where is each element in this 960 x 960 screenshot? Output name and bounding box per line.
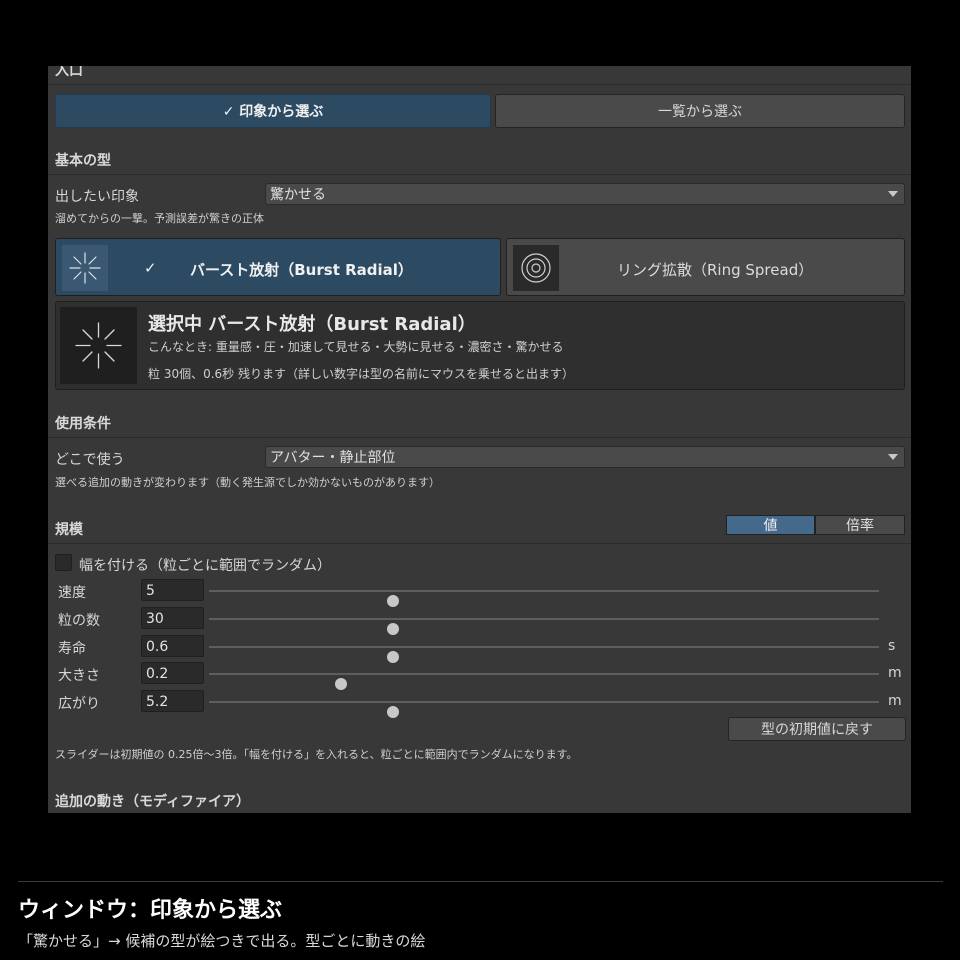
chevron-down-icon <box>888 454 898 460</box>
slider-track[interactable] <box>209 673 879 690</box>
selected-type-detail: 粒 30個、0.6秒 残ります（詳しい数字は型の名前にマウスを乗せると出ます） <box>148 367 574 381</box>
impression-hint: 溜めてからの一撃。予測誤差が驚きの正体 <box>55 212 264 225</box>
where-label: どこで使う <box>55 452 125 468</box>
tab-from-list[interactable]: 一覧から選ぶ <box>495 94 905 128</box>
reset-defaults-button[interactable]: 型の初期値に戻す <box>728 717 906 741</box>
caption-divider <box>18 881 943 882</box>
where-hint: 選べる追加の動きが変わります（動く発生源でしか効かないものがあります） <box>55 476 440 489</box>
inspector-panel: 入口 ✓ 印象から選ぶ 一覧から選ぶ 基本の型 出したい印象 驚かせる 溜めてか… <box>48 66 911 813</box>
selected-type-info: 選択中 バースト放射（Burst Radial） こんなとき: 重量感・圧・加速… <box>55 301 905 390</box>
type-card-label: バースト放射（Burst Radial） <box>190 261 413 279</box>
slider-value-input[interactable]: 30 <box>141 607 204 629</box>
basic-type-header: 基本の型 <box>55 153 111 169</box>
divider <box>48 543 911 544</box>
slider-track[interactable] <box>209 618 879 635</box>
slider-track[interactable] <box>209 646 879 663</box>
slider-row-lifetime: 寿命 0.6 s <box>48 635 911 663</box>
slider-label: 大きさ <box>58 668 100 684</box>
slider-value-input[interactable]: 0.6 <box>141 635 204 657</box>
divider <box>48 174 911 175</box>
slider-value-input[interactable]: 5 <box>141 579 204 601</box>
slider-value-input[interactable]: 0.2 <box>141 662 204 684</box>
caption-title: ウィンドウ：印象から選ぶ <box>18 898 283 923</box>
modifiers-header: 追加の動き（モディファイア） <box>55 794 251 810</box>
where-dropdown[interactable]: アバター・静止部位 <box>265 446 905 468</box>
caption-subtitle: 「驚かせる」→ 候補の型が絵つきで出る。型ごとに動きの絵 <box>18 932 426 950</box>
slider-unit: s <box>888 638 896 654</box>
slider-unit: m <box>888 693 902 709</box>
slider-row-size: 大きさ 0.2 m <box>48 662 911 690</box>
slider-label: 粒の数 <box>58 613 100 629</box>
ring-spread-icon <box>513 245 559 291</box>
impression-value: 驚かせる <box>270 187 326 203</box>
divider <box>48 84 911 85</box>
impression-label: 出したい印象 <box>55 189 139 205</box>
range-checkbox[interactable] <box>55 554 72 571</box>
entry-header: 入口 <box>55 66 83 79</box>
slider-row-count: 粒の数 30 <box>48 607 911 635</box>
divider <box>48 437 911 438</box>
scale-note: スライダーは初期値の 0.25倍～3倍。「幅を付ける」を入れると、粒ごとに範囲内… <box>55 748 578 761</box>
slider-track[interactable] <box>209 590 879 607</box>
type-card-ring-spread[interactable]: リング拡散（Ring Spread） <box>506 238 905 296</box>
slider-row-spread: 広がり 5.2 m <box>48 690 911 718</box>
slider-handle[interactable] <box>387 623 400 635</box>
chevron-down-icon <box>888 191 898 197</box>
burst-radial-icon <box>62 245 108 291</box>
slider-track[interactable] <box>209 701 879 718</box>
scale-mode-value[interactable]: 値 <box>726 515 815 535</box>
slider-value-input[interactable]: 5.2 <box>141 690 204 712</box>
usage-condition-header: 使用条件 <box>55 416 111 432</box>
burst-radial-icon <box>60 307 137 384</box>
slider-handle[interactable] <box>387 595 400 607</box>
tab-by-impression[interactable]: ✓ 印象から選ぶ <box>55 94 491 128</box>
scale-mode-ratio[interactable]: 倍率 <box>815 515 905 535</box>
check-icon: ✓ <box>144 259 157 277</box>
slider-handle[interactable] <box>334 678 347 690</box>
type-card-burst-radial[interactable]: ✓ バースト放射（Burst Radial） <box>55 238 501 296</box>
slider-label: 速度 <box>58 585 86 601</box>
type-card-label: リング拡散（Ring Spread） <box>617 261 814 279</box>
scale-header: 規模 <box>55 522 83 538</box>
selected-type-usage: こんなとき: 重量感・圧・加速して見せる・大勢に見せる・濃密さ・驚かせる <box>148 340 564 354</box>
impression-dropdown[interactable]: 驚かせる <box>265 183 905 205</box>
slider-row-speed: 速度 5 <box>48 579 911 607</box>
range-checkbox-label: 幅を付ける（粒ごとに範囲でランダム） <box>79 558 331 574</box>
slider-handle[interactable] <box>387 706 400 718</box>
where-value: アバター・静止部位 <box>270 450 396 466</box>
slider-label: 寿命 <box>58 641 86 657</box>
selected-type-title: 選択中 バースト放射（Burst Radial） <box>148 314 476 335</box>
slider-unit: m <box>888 665 902 681</box>
slider-label: 広がり <box>58 696 100 712</box>
